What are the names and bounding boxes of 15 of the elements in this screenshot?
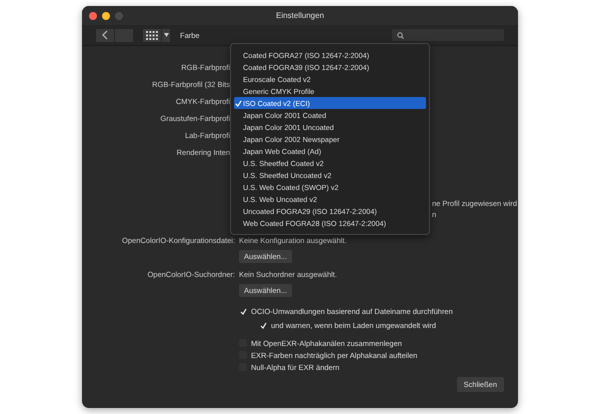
close-window-icon[interactable] [89, 12, 97, 20]
checkbox[interactable] [259, 321, 267, 329]
grid-view-button[interactable] [143, 28, 161, 42]
checkmark-icon [235, 100, 242, 106]
dropdown-button[interactable] [162, 28, 170, 42]
minimize-window-icon[interactable] [102, 12, 110, 20]
search-icon [397, 32, 404, 38]
window-title: Einstellungen [276, 11, 324, 20]
chevron-left-icon [101, 30, 109, 40]
grid-icon [146, 30, 158, 40]
search-field[interactable] [392, 29, 504, 41]
caret-down-icon [164, 33, 168, 37]
zoom-window-icon [115, 12, 123, 20]
back-button[interactable] [96, 28, 114, 42]
checkbox[interactable] [239, 307, 247, 315]
